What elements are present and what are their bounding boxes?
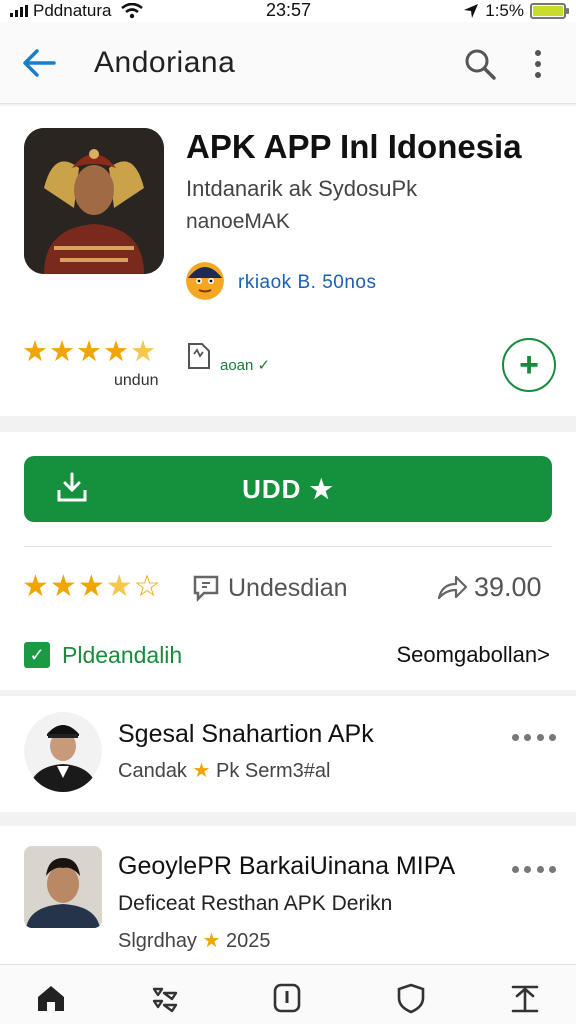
- install-card: UDD ★ ★ ★ ★ ★ ☆ Undesdian 39.00 ✓ Pldean…: [0, 432, 576, 690]
- see-more-link[interactable]: Seomgabollan>: [396, 642, 550, 668]
- rating-stars: ★ ★ ★ ★ ☆: [22, 572, 161, 602]
- wifi-icon: [121, 3, 144, 19]
- star-icon: ★: [49, 336, 75, 368]
- app-bar: Andoriana: [0, 22, 576, 104]
- shield-icon[interactable]: [394, 981, 428, 1015]
- carrier-name: Pddnatura: [33, 1, 112, 20]
- star-icon: ★: [192, 760, 211, 782]
- rating-stars: ★ ★ ★ ★ ★: [22, 338, 156, 367]
- share-icon[interactable]: [436, 574, 468, 602]
- star-icon: ★: [103, 336, 129, 368]
- battery-percent: 1:5%: [485, 1, 524, 20]
- location-icon: [464, 4, 479, 18]
- install-button-label: UDD ★: [242, 474, 334, 504]
- star-half-icon: ★: [105, 570, 133, 603]
- avatar: [24, 710, 102, 792]
- list-item-title: Sgesal Snahartion APk: [118, 720, 374, 748]
- list-item-meta: Slgrdhay ★ 2025: [118, 930, 271, 952]
- star-icon: ★: [77, 570, 105, 603]
- app-subtitle: Intdanarik ak SydosuPk: [186, 176, 418, 201]
- avatar: [24, 846, 102, 928]
- search-icon[interactable]: [462, 46, 498, 82]
- checkbox-label: Pldeandalih: [62, 642, 183, 668]
- app-header-card: APK APP Inl Idonesia Intdanarik ak Sydos…: [0, 106, 576, 416]
- home-icon[interactable]: [34, 981, 68, 1015]
- star-half-icon: ★: [130, 336, 156, 368]
- list-item-meta: Candak ★ Pk Serm3#al: [118, 760, 331, 782]
- more-horiz-icon[interactable]: [512, 734, 556, 746]
- reviews-label[interactable]: Undesdian: [228, 574, 348, 603]
- app-subtitle-2: nanoeMAK: [186, 210, 290, 233]
- star-icon: ★: [22, 336, 48, 368]
- checkbox[interactable]: ✓: [24, 642, 50, 668]
- star-icon: ★: [22, 570, 49, 603]
- share-count: 39.00: [474, 572, 542, 602]
- size-info: aoan ✓: [220, 357, 271, 374]
- install-button[interactable]: UDD ★: [24, 456, 552, 522]
- list-item[interactable]: Sgesal Snahartion APk Candak ★ Pk Serm3#…: [0, 696, 576, 812]
- app-title: APK APP Inl Idonesia: [186, 128, 522, 165]
- bottom-navigation: [0, 964, 576, 1024]
- info-icon[interactable]: [270, 981, 304, 1015]
- star-icon: ★: [76, 336, 102, 368]
- upload-icon[interactable]: [508, 981, 542, 1015]
- review-icon: [193, 575, 219, 602]
- star-icon: ★: [49, 570, 77, 603]
- more-vert-icon[interactable]: [526, 46, 550, 82]
- arrow-left-icon[interactable]: [20, 46, 58, 80]
- divider: [24, 546, 552, 547]
- star-icon: ★: [202, 930, 221, 952]
- list-item-subtitle: Deficeat Resthan APK Derikn: [118, 892, 393, 915]
- apps-icon[interactable]: [148, 981, 182, 1015]
- list-item-title: GeoylePR BarkaiUinana MIPA: [118, 852, 456, 880]
- add-button[interactable]: +: [502, 338, 556, 392]
- clock: 23:57: [266, 0, 312, 20]
- status-bar: Pddnatura 23:57 1:5%: [0, 0, 576, 22]
- list-item[interactable]: GeoylePR BarkaiUinana MIPA Deficeat Rest…: [0, 826, 576, 964]
- battery-icon: [530, 3, 569, 19]
- app-icon[interactable]: [24, 128, 164, 274]
- developer-name[interactable]: rkiaok B. 50nos: [238, 272, 376, 294]
- document-icon: [188, 343, 210, 369]
- signal-icon: [10, 5, 28, 17]
- rating-label: undun: [114, 372, 159, 389]
- star-outline-icon: ☆: [133, 570, 161, 603]
- app-bar-title: Andoriana: [94, 46, 236, 79]
- more-horiz-icon[interactable]: [512, 866, 556, 878]
- developer-avatar[interactable]: [186, 262, 224, 300]
